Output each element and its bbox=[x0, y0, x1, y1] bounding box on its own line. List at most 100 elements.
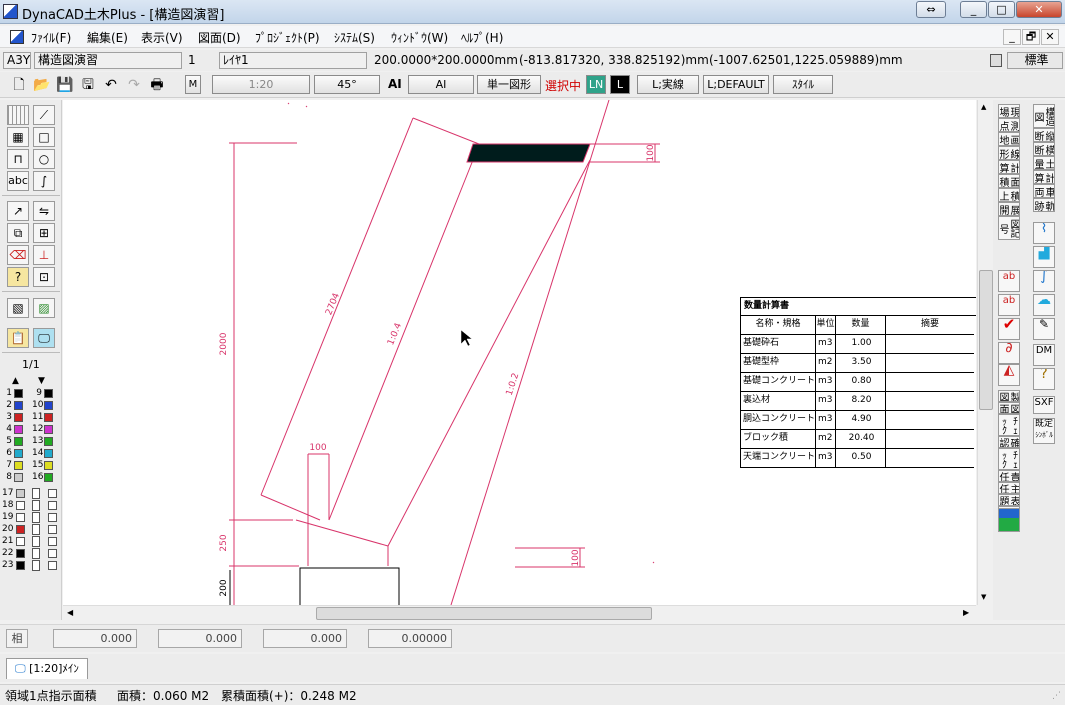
vertical-scroll-thumb[interactable] bbox=[979, 270, 993, 410]
new-file-icon[interactable]: 🗋 bbox=[10, 76, 28, 94]
survey-tool-button[interactable]: 測点 bbox=[998, 118, 1020, 132]
structure-tool-button[interactable]: 車両 bbox=[1033, 184, 1055, 198]
coord-field-1[interactable]: 0.000 bbox=[53, 629, 137, 648]
layer-lock-toggle[interactable] bbox=[48, 513, 57, 522]
scroll-left-icon[interactable]: ◀ bbox=[67, 608, 73, 617]
check-tool-button[interactable]: ﾁｪｯｸ bbox=[998, 448, 1020, 470]
move-icon[interactable]: ↗ bbox=[7, 201, 29, 221]
structure-tool-button[interactable]: 横断 bbox=[1033, 142, 1055, 156]
l-toggle[interactable]: L bbox=[610, 75, 630, 94]
pen-color-swatch[interactable] bbox=[44, 473, 53, 482]
tab-main[interactable]: 🖵 [1:20]ﾒｲﾝ bbox=[6, 658, 88, 679]
horizontal-scrollbar[interactable]: ◀ ▶ bbox=[63, 605, 976, 621]
single-shape-button[interactable]: 単一図形 bbox=[477, 75, 541, 94]
layer-lock-toggle[interactable] bbox=[48, 501, 57, 510]
pen-color-swatch[interactable] bbox=[14, 473, 23, 482]
layer-visible-toggle[interactable] bbox=[32, 548, 40, 559]
pen-color-swatch[interactable] bbox=[44, 461, 53, 470]
drawing-canvas[interactable]: 2000 250 200 2704 1:0.4 1:0.2 100 100 10… bbox=[63, 100, 976, 605]
terrain-icon[interactable]: ⌇ bbox=[1033, 222, 1055, 244]
eraser-icon[interactable]: ⌫ bbox=[7, 245, 29, 265]
pen-color-swatch[interactable] bbox=[44, 437, 53, 446]
layer-visible-toggle[interactable] bbox=[32, 488, 40, 499]
coord-field-4[interactable]: 0.00000 bbox=[368, 629, 452, 648]
mirror-icon[interactable]: ⇋ bbox=[33, 201, 55, 221]
grid-dots-icon[interactable] bbox=[7, 105, 29, 125]
pen-color-swatch[interactable] bbox=[14, 389, 23, 398]
layer-lock-toggle[interactable] bbox=[48, 549, 57, 558]
scroll-down-icon[interactable]: ▼ bbox=[981, 593, 986, 601]
mdi-minimize-button[interactable]: _ bbox=[1003, 29, 1021, 45]
landscape-icon[interactable] bbox=[998, 508, 1020, 532]
help-icon[interactable]: ? bbox=[1033, 368, 1055, 390]
mode-selector[interactable]: 標準 bbox=[1007, 52, 1063, 69]
dimension-icon[interactable]: ⊓ bbox=[7, 149, 29, 169]
menu-edit[interactable]: 編集(E) bbox=[87, 29, 128, 46]
array-icon[interactable]: ⊞ bbox=[33, 223, 55, 243]
menu-view[interactable]: 表示(V) bbox=[141, 29, 183, 46]
pen-color-swatch[interactable] bbox=[14, 449, 23, 458]
curve-road-icon[interactable]: ∫ bbox=[1033, 270, 1055, 292]
menu-drawing[interactable]: 図面(D) bbox=[198, 29, 241, 46]
hatch-icon[interactable]: ▧ bbox=[7, 298, 29, 318]
pen-color-swatch[interactable] bbox=[14, 425, 23, 434]
layer-default-selector[interactable]: L;DEFAULT bbox=[703, 75, 769, 94]
survey-tool-button[interactable]: 積上 bbox=[998, 188, 1020, 202]
rectangle-icon[interactable]: □ bbox=[33, 127, 55, 147]
check-tool-button[interactable]: 責任 bbox=[998, 470, 1020, 482]
style-button[interactable]: ｽﾀｲﾙ bbox=[773, 75, 833, 94]
default-symbol-button[interactable]: 既定 ｼﾝﾎﾞﾙ bbox=[1033, 418, 1055, 444]
vertical-scrollbar[interactable]: ▲ ▼ bbox=[977, 100, 993, 605]
pen-color-swatch[interactable] bbox=[14, 401, 23, 410]
layer-visible-toggle[interactable] bbox=[32, 512, 40, 523]
ai-button[interactable]: AI bbox=[408, 75, 474, 94]
check-icon[interactable]: ✔ bbox=[998, 318, 1020, 340]
undo-icon[interactable]: ↶ bbox=[102, 76, 120, 94]
layer-lock-toggle[interactable] bbox=[48, 489, 57, 498]
check-tool-button[interactable]: 表題 bbox=[998, 494, 1020, 506]
cloud-icon[interactable]: ☁ bbox=[1033, 294, 1055, 316]
menu-project[interactable]: ﾌﾟﾛｼﾞｪｸﾄ(P) bbox=[255, 29, 320, 46]
measure-icon[interactable]: ⊥ bbox=[33, 245, 55, 265]
hatch-brick-icon[interactable]: ▦ bbox=[7, 127, 29, 147]
layer-color-swatch[interactable] bbox=[16, 561, 25, 570]
layer-lock-toggle[interactable] bbox=[48, 537, 57, 546]
redo-icon[interactable]: ↷ bbox=[125, 76, 143, 94]
layer-visible-toggle[interactable] bbox=[32, 560, 40, 571]
angle-field[interactable]: 45° bbox=[314, 75, 380, 94]
layer-visible-toggle[interactable] bbox=[32, 500, 40, 511]
layer-color-swatch[interactable] bbox=[16, 513, 25, 522]
pen-up-icon[interactable]: ▲ bbox=[12, 376, 19, 386]
m-button[interactable]: M bbox=[185, 75, 201, 94]
horizontal-scroll-thumb[interactable] bbox=[316, 607, 652, 620]
text-edit-icon[interactable]: ab bbox=[998, 270, 1020, 292]
pen-color-swatch[interactable] bbox=[14, 437, 23, 446]
menu-help[interactable]: ﾍﾙﾌﾟ(H) bbox=[461, 29, 503, 46]
resize-grip-icon[interactable]: ⋰ bbox=[1052, 691, 1061, 701]
structure-tool-button[interactable]: 土量 bbox=[1033, 156, 1055, 170]
drawing-name-field[interactable]: 構造図演習 bbox=[34, 52, 182, 69]
mdi-restore-button[interactable]: 🗗 bbox=[1022, 29, 1040, 45]
pen-color-swatch[interactable] bbox=[44, 389, 53, 398]
layer-lock-toggle[interactable] bbox=[48, 561, 57, 570]
coord-field-2[interactable]: 0.000 bbox=[158, 629, 242, 648]
menu-file[interactable]: ﾌｧｲﾙ(F) bbox=[31, 29, 71, 46]
survey-tool-button[interactable]: 画地 bbox=[998, 132, 1020, 146]
monitor-icon[interactable]: 🖵 bbox=[33, 328, 55, 348]
relative-toggle[interactable]: 相 bbox=[6, 629, 28, 648]
resize-icon[interactable]: ⇔ bbox=[916, 1, 946, 18]
dm-button[interactable]: DM bbox=[1033, 344, 1055, 366]
survey-tool-button[interactable]: 現場 bbox=[998, 104, 1020, 118]
save-icon[interactable]: 💾 bbox=[56, 76, 74, 94]
layer-visible-toggle[interactable] bbox=[32, 536, 40, 547]
scroll-right-icon[interactable]: ▶ bbox=[963, 608, 969, 617]
check-tool-button[interactable]: 主任 bbox=[998, 482, 1020, 494]
pen-down-icon[interactable]: ▼ bbox=[38, 376, 45, 386]
paper-size-field[interactable]: A3Y bbox=[3, 52, 31, 69]
survey-tool-button[interactable]: 面積 bbox=[998, 174, 1020, 188]
zoom-window-icon[interactable]: ⊡ bbox=[33, 267, 55, 287]
text-tool-icon[interactable]: abc bbox=[7, 171, 29, 191]
scale-field[interactable]: 1:20 bbox=[212, 75, 310, 94]
structure-tool-button[interactable]: 縦断 bbox=[1033, 128, 1055, 142]
menu-system[interactable]: ｼｽﾃﾑ(S) bbox=[334, 29, 375, 46]
